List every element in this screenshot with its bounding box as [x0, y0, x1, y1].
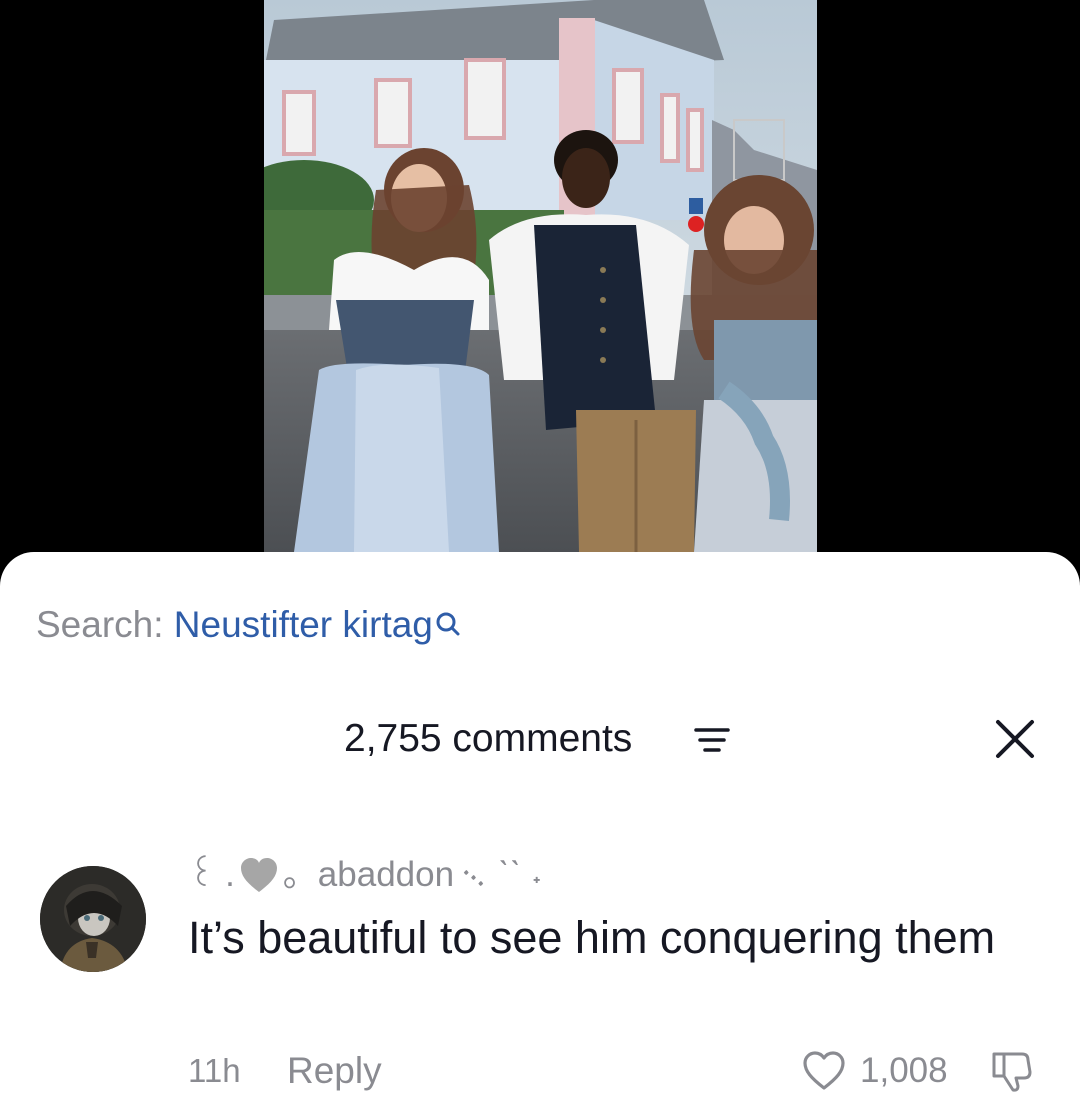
like-count: 1,008	[860, 1051, 948, 1090]
comment-count-title: 2,755 comments	[344, 717, 633, 760]
comment-timestamp: 11h	[188, 1052, 241, 1089]
search-icon[interactable]	[435, 600, 461, 636]
search-prefix-label: Search:	[36, 604, 164, 645]
avatar[interactable]	[40, 866, 146, 972]
reply-button[interactable]: Reply	[287, 1046, 382, 1096]
video-frame-image	[264, 0, 817, 552]
search-suggestion[interactable]: Search: Neustifter kirtag	[36, 600, 461, 650]
app-screen: Search: Neustifter kirtag 2,755 comments	[0, 0, 1080, 1103]
thumbs-down-icon[interactable]	[988, 1048, 1034, 1094]
grey-heart-icon	[239, 856, 279, 894]
comment-meta: 11h Reply 1,008	[188, 1046, 1068, 1096]
comment-body: It’s beautiful to see him conquering the…	[188, 912, 996, 963]
comment-username[interactable]: ꒰ . 。abaddon ᨞ ˋˋ ˖	[188, 852, 543, 898]
close-icon[interactable]	[994, 718, 1036, 760]
search-term-link[interactable]: Neustifter kirtag	[174, 604, 433, 645]
sort-lines-icon[interactable]	[692, 726, 732, 754]
username-prefix: ꒰ .	[188, 855, 235, 894]
video-preview[interactable]	[264, 0, 817, 552]
username-name: 。abaddon ᨞ ˋˋ ˖	[282, 855, 543, 894]
comments-header: 2,755 comments	[0, 714, 1080, 764]
comments-sheet: Search: Neustifter kirtag 2,755 comments	[0, 552, 1080, 1103]
heart-outline-icon[interactable]	[802, 1050, 846, 1092]
